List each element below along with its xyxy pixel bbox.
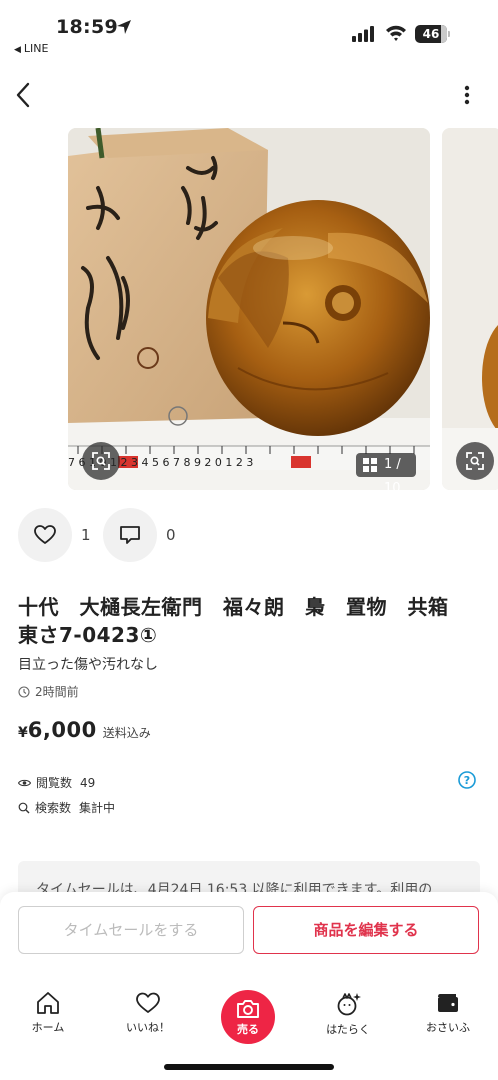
- wallet-icon: [438, 994, 458, 1012]
- item-condition: 目立った傷や汚れなし: [18, 657, 158, 673]
- zoom-photo-button[interactable]: [82, 442, 120, 480]
- location-arrow-icon: [117, 20, 131, 34]
- tab-sell-label: 売る: [237, 1023, 259, 1036]
- home-indicator: [164, 1064, 334, 1070]
- eye-icon: [18, 779, 31, 787]
- item-price: ¥6,000 送料込み: [18, 718, 151, 742]
- more-options-icon[interactable]: [457, 84, 477, 106]
- back-app-label: LINE: [23, 42, 49, 55]
- views-label: 閲覧数: [36, 776, 73, 790]
- wifi-icon: [386, 25, 406, 41]
- battery-icon: 46: [415, 25, 451, 43]
- search-stat: 検索数 集計中: [18, 799, 115, 816]
- camera-icon: [237, 1000, 259, 1018]
- price-currency: ¥: [18, 725, 28, 741]
- comment-count: 0: [166, 526, 176, 544]
- svg-text:?: ?: [464, 774, 470, 787]
- owl-figurine-photo: 7 6 1 0 1 2 3 4 5 6 7 8 9 2 0 1 2 3: [68, 128, 430, 490]
- grid-icon: [363, 458, 377, 472]
- heart-icon: [34, 525, 56, 544]
- tab-work[interactable]: はたらく: [313, 991, 383, 1037]
- comment-button[interactable]: [103, 508, 157, 562]
- back-to-app-link[interactable]: ◀ LINE: [14, 42, 48, 55]
- posted-time-text: 2時間前: [35, 685, 79, 699]
- posted-time: 2時間前: [18, 683, 79, 700]
- price-amount: 6,000: [27, 718, 97, 742]
- item-photo-main[interactable]: 7 6 1 0 1 2 3 4 5 6 7 8 9 2 0 1 2 3: [68, 128, 430, 490]
- item-photo-next[interactable]: [442, 128, 498, 490]
- tab-likes[interactable]: いいね！: [113, 991, 183, 1035]
- bottom-action-sheet: タイムセールをする 商品を編集する ホーム いいね！ 売る はたらく おさいふ: [0, 892, 498, 1080]
- cellular-signal-icon: [352, 26, 374, 42]
- item-title: 十代 大樋長左衛門 福々朗 梟 置物 共箱 東さ7-0423①: [18, 595, 469, 647]
- status-time: 18:59: [56, 16, 118, 38]
- comment-icon: [120, 526, 140, 544]
- zoom-next-photo-button[interactable]: [456, 442, 494, 480]
- views-stat: 閲覧数 49: [18, 774, 95, 791]
- next-photo-preview: [442, 128, 498, 490]
- edit-item-button[interactable]: 商品を編集する: [253, 906, 479, 954]
- status-bar: 18:59 ◀ LINE 46: [0, 0, 498, 62]
- like-button[interactable]: [18, 508, 72, 562]
- tab-wallet-label: おさいふ: [426, 1021, 470, 1034]
- shipping-note: 送料込み: [102, 726, 151, 740]
- tab-wallet[interactable]: おさいふ: [413, 991, 483, 1035]
- search-icon: [18, 802, 30, 814]
- like-count: 1: [81, 526, 91, 544]
- time-sale-button[interactable]: タイムセールをする: [18, 906, 244, 954]
- clock-icon: [18, 686, 30, 698]
- back-chevron-icon[interactable]: [12, 80, 36, 110]
- photo-counter: 1 / 10: [356, 453, 416, 496]
- heart-icon: [136, 992, 160, 1013]
- tab-home-label: ホーム: [31, 1021, 65, 1034]
- zoom-scan-icon: [466, 452, 484, 470]
- battery-level: 46: [422, 27, 440, 41]
- home-icon: [37, 992, 59, 1014]
- work-sparkle-icon: [337, 993, 361, 1016]
- zoom-scan-icon: [92, 452, 110, 470]
- search-label: 検索数: [35, 801, 72, 815]
- photo-counter-text: 1 / 10: [384, 457, 401, 496]
- tab-home[interactable]: ホーム: [13, 991, 83, 1035]
- views-value: 49: [80, 776, 96, 790]
- search-value: 集計中: [79, 801, 116, 815]
- help-question-icon[interactable]: ?: [458, 771, 476, 789]
- tab-sell-button[interactable]: 売る: [221, 990, 275, 1044]
- tab-work-label: はたらく: [326, 1023, 370, 1036]
- tab-likes-label: いいね！: [126, 1021, 170, 1034]
